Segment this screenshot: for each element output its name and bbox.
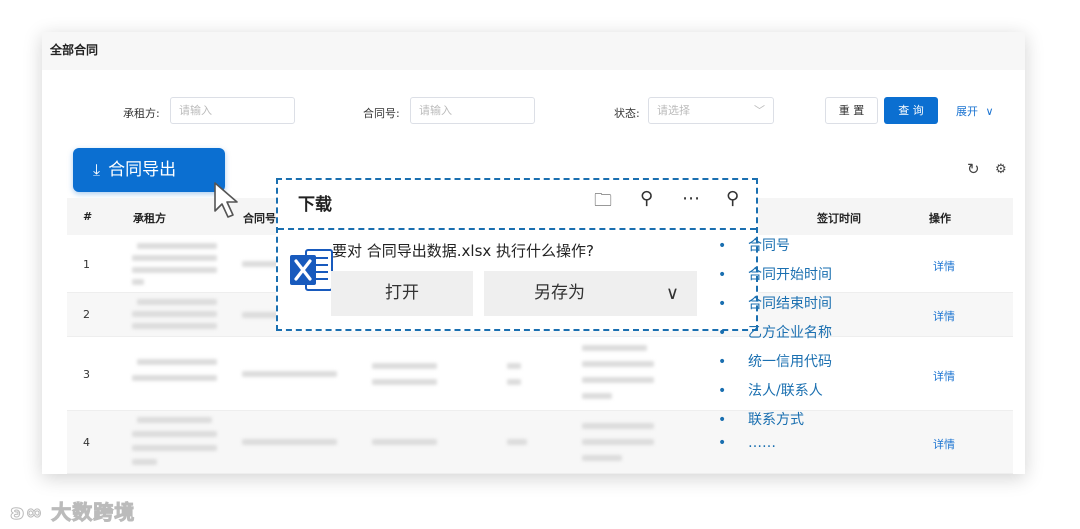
- folder-icon[interactable]: 🗀: [594, 188, 612, 218]
- redacted-text: [132, 267, 217, 273]
- redacted-text: [132, 311, 217, 317]
- download-question: 要对 合同导出数据.xlsx 执行什么操作?: [332, 242, 595, 260]
- download-title: 下载: [298, 195, 332, 215]
- page-title: 全部合同: [42, 32, 1025, 70]
- redacted-text: [372, 439, 437, 445]
- redacted-text: [582, 377, 654, 383]
- search-icon[interactable]: ⚲: [640, 188, 653, 209]
- detail-link[interactable]: 详情: [933, 258, 955, 274]
- list-item: • 合同号: [718, 238, 790, 254]
- field-label: 乙方企业名称: [748, 325, 832, 341]
- contract-no-label: 合同号:: [363, 107, 400, 120]
- redacted-text: [507, 439, 527, 445]
- open-button[interactable]: 打开: [331, 271, 473, 316]
- row-number: 4: [83, 436, 90, 449]
- mouse-cursor-icon: [214, 182, 238, 218]
- field-label: 法人/联系人: [748, 383, 823, 399]
- row-number: 1: [83, 258, 90, 271]
- detail-link[interactable]: 详情: [933, 368, 955, 384]
- field-label: 联系方式: [748, 412, 804, 428]
- redacted-text: [137, 299, 217, 305]
- watermark-logo-icon: ʚ∞: [9, 500, 44, 525]
- gear-icon[interactable]: ⚙: [995, 162, 1007, 177]
- save-as-label: 另存为: [534, 283, 585, 303]
- redacted-text: [137, 417, 212, 423]
- redacted-text: [582, 423, 654, 429]
- redacted-text: [137, 359, 217, 365]
- list-item: • 合同结束时间: [718, 296, 832, 312]
- field-label: 合同开始时间: [748, 267, 832, 283]
- redacted-text: [132, 431, 217, 437]
- excel-file-icon: [290, 249, 333, 291]
- list-item: • 合同开始时间: [718, 267, 832, 283]
- redacted-text: [582, 361, 654, 367]
- redacted-text: [582, 455, 622, 461]
- contract-no-input[interactable]: 请输入: [410, 97, 535, 124]
- chevron-down-icon[interactable]: ∨: [666, 271, 679, 316]
- row-number: 2: [83, 308, 90, 321]
- tenant-input[interactable]: 请输入: [170, 97, 295, 124]
- tenant-label: 承租方:: [123, 107, 160, 120]
- field-label: 合同号: [748, 238, 790, 254]
- export-contracts-button[interactable]: ⤓ 合同导出: [73, 148, 225, 192]
- redacted-text: [242, 439, 337, 445]
- redacted-text: [507, 363, 521, 369]
- refresh-icon[interactable]: ↻: [967, 160, 980, 178]
- query-button[interactable]: 查 询: [884, 97, 938, 124]
- list-item: • 统一信用代码: [718, 354, 832, 370]
- redacted-text: [242, 371, 337, 377]
- pin-icon[interactable]: ⚲: [726, 188, 739, 209]
- watermark-text: 大数跨境: [51, 500, 136, 525]
- detail-link[interactable]: 详情: [933, 308, 955, 324]
- redacted-text: [137, 243, 217, 249]
- redacted-text: [582, 393, 612, 399]
- download-icon: ⤓: [93, 160, 101, 179]
- redacted-text: [132, 323, 217, 329]
- download-panel: 下载 🗀 ⚲ ⋯ ⚲ 要对 合同导出数据.xlsx 执行什么操作? 打开 另存为…: [276, 178, 758, 331]
- redacted-text: [132, 445, 217, 451]
- field-label: 合同结束时间: [748, 296, 832, 312]
- status-placeholder: 请选择: [657, 104, 690, 117]
- redacted-text: [132, 255, 217, 261]
- status-select[interactable]: 请选择 ﹀: [648, 97, 774, 124]
- column-header: 承租方: [133, 212, 166, 225]
- status-label: 状态:: [614, 107, 640, 120]
- field-label: 统一信用代码: [748, 354, 832, 370]
- divider: [278, 228, 756, 230]
- watermark: ʚ∞ 大数跨境: [9, 496, 136, 525]
- list-item: • 乙方企业名称: [718, 325, 832, 341]
- export-label: 合同导出: [108, 160, 177, 180]
- row-number: 3: [83, 368, 90, 381]
- chevron-down-icon: ∨: [985, 105, 994, 118]
- detail-link[interactable]: 详情: [933, 436, 955, 452]
- expand-toggle[interactable]: 展开 ∨: [956, 103, 994, 119]
- redacted-text: [372, 363, 437, 369]
- save-as-button[interactable]: 另存为 ∨: [484, 271, 697, 316]
- chevron-down-icon: ﹀: [754, 104, 765, 117]
- expand-label: 展开: [956, 105, 978, 118]
- redacted-text: [132, 375, 217, 381]
- column-header: 操作: [929, 212, 951, 225]
- list-item: • 联系方式: [718, 412, 804, 428]
- redacted-text: [132, 279, 144, 285]
- list-item: •……: [718, 435, 776, 451]
- column-header: #: [83, 210, 93, 223]
- redacted-text: [582, 345, 647, 351]
- redacted-text: [507, 379, 521, 385]
- table-row: 4 详情: [67, 411, 1013, 474]
- field-label: ……: [748, 435, 776, 451]
- table-row: 3 详情: [67, 337, 1013, 411]
- redacted-text: [372, 379, 437, 385]
- more-icon[interactable]: ⋯: [682, 188, 700, 209]
- redacted-text: [132, 459, 157, 465]
- column-header: 签订时间: [817, 212, 861, 225]
- reset-button[interactable]: 重 置: [825, 97, 878, 124]
- list-item: • 法人/联系人: [718, 383, 823, 399]
- redacted-text: [582, 439, 654, 445]
